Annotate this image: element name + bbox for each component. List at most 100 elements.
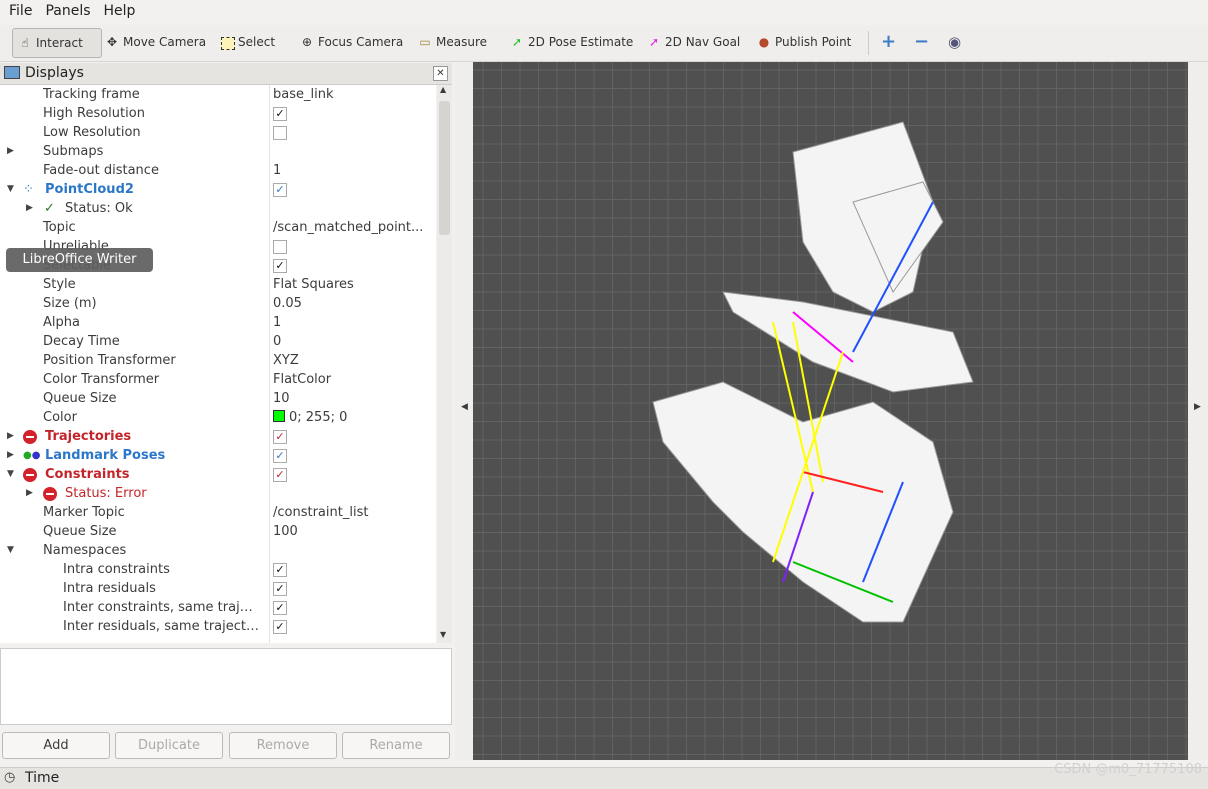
row-checkbox[interactable] xyxy=(273,126,287,140)
menu-panels[interactable]: Panels xyxy=(36,0,94,19)
row-value[interactable]: 10 xyxy=(273,389,435,408)
row-checkbox[interactable]: ✓ xyxy=(273,582,287,596)
tree-row[interactable]: ▶ Submaps xyxy=(0,142,436,161)
row-value[interactable]: base_link xyxy=(273,85,435,104)
row-checkbox[interactable] xyxy=(273,240,287,254)
row-checkbox[interactable]: ✓ xyxy=(273,107,287,121)
focus-camera-tool[interactable]: ⊕ Focus Camera xyxy=(295,28,407,56)
row-checkbox[interactable]: ✓ xyxy=(273,430,287,444)
row-label: Status: Error xyxy=(65,486,147,501)
tree-row[interactable]: Position Transformer XYZ xyxy=(0,351,436,370)
row-value[interactable]: /constraint_list xyxy=(273,503,435,522)
row-value[interactable]: 0; 255; 0 xyxy=(273,408,435,427)
remove-tool-button[interactable]: − xyxy=(910,28,933,56)
tree-row[interactable]: Size (m) 0.05 xyxy=(0,294,436,313)
tree-row[interactable]: Tracking frame base_link xyxy=(0,85,436,104)
row-label: Color xyxy=(43,410,77,425)
tree-row[interactable]: Color 0; 255; 0 xyxy=(0,408,436,427)
green-arrow-icon: ➚ xyxy=(511,35,523,49)
tree-row[interactable]: Inter constraints, same traj… ✓ xyxy=(0,598,436,617)
tree-row[interactable]: Topic/scan_matched_point... xyxy=(0,218,436,237)
left-splitter[interactable]: ◀ xyxy=(455,62,473,760)
tree-row[interactable]: Decay Time 0 xyxy=(0,332,436,351)
tree-row[interactable]: Intra residuals ✓ xyxy=(0,579,436,598)
rename-button[interactable]: Rename xyxy=(342,732,450,759)
expand-right-icon[interactable]: ▶ xyxy=(7,427,14,446)
scrollbar-thumb[interactable] xyxy=(439,101,450,235)
tree-row[interactable]: Intra constraints ✓ xyxy=(0,560,436,579)
select-icon xyxy=(221,37,235,50)
scroll-down-icon[interactable]: ▼ xyxy=(440,630,446,639)
expand-down-icon[interactable]: ▼ xyxy=(7,465,14,484)
row-value[interactable]: XYZ xyxy=(273,351,435,370)
interact-tool[interactable]: ☝ Interact xyxy=(12,28,102,58)
3d-viewport[interactable] xyxy=(473,62,1188,760)
tree-row[interactable]: Inter residuals, same traject… ✓ xyxy=(0,617,436,636)
menu-file[interactable]: File xyxy=(0,0,36,19)
menu-help[interactable]: Help xyxy=(95,0,140,19)
publish-point-tool[interactable]: ● Publish Point xyxy=(752,28,855,56)
tree-row[interactable]: Color Transformer FlatColor xyxy=(0,370,436,389)
row-value[interactable]: /scan_matched_point... xyxy=(273,218,435,237)
row-checkbox[interactable]: ✓ xyxy=(273,468,287,482)
row-checkbox[interactable]: ✓ xyxy=(273,183,287,197)
row-value[interactable]: 100 xyxy=(273,522,435,541)
expand-right-icon[interactable]: ▶ xyxy=(7,142,14,161)
row-label: Color Transformer xyxy=(43,372,160,387)
map-render xyxy=(473,62,1188,760)
tree-row[interactable]: ▶ ✓ Status: Ok xyxy=(0,199,436,218)
add-button[interactable]: Add xyxy=(2,732,110,759)
row-value[interactable]: 1 xyxy=(273,313,435,332)
displays-title: Displays xyxy=(25,65,84,81)
tree-scrollbar[interactable]: ▲ ▼ xyxy=(437,85,452,643)
time-title: Time xyxy=(25,770,60,786)
row-checkbox[interactable]: ✓ xyxy=(273,620,287,634)
tree-row[interactable]: Low Resolution xyxy=(0,123,436,142)
close-icon[interactable]: ✕ xyxy=(433,66,448,81)
row-value[interactable]: 0 xyxy=(273,332,435,351)
row-label: Inter constraints, same traj… xyxy=(63,600,253,615)
select-tool[interactable]: Select xyxy=(217,28,279,56)
tree-row[interactable]: ▼ Namespaces xyxy=(0,541,436,560)
tree-row[interactable]: ▼ ⁘ PointCloud2 ✓ xyxy=(0,180,436,199)
row-checkbox[interactable]: ✓ xyxy=(273,449,287,463)
row-checkbox[interactable]: ✓ xyxy=(273,601,287,615)
row-checkbox[interactable]: ✓ xyxy=(273,259,287,273)
row-value[interactable]: FlatColor xyxy=(273,370,435,389)
tree-row[interactable]: ▶ Status: Error xyxy=(0,484,436,503)
right-splitter[interactable]: ▶ xyxy=(1188,62,1208,760)
measure-tool[interactable]: ▭ Measure xyxy=(413,28,491,56)
remove-button[interactable]: Remove xyxy=(229,732,337,759)
expand-down-icon[interactable]: ▼ xyxy=(7,180,14,199)
scroll-up-icon[interactable]: ▲ xyxy=(440,85,446,94)
tree-row[interactable]: Queue Size 10 xyxy=(0,389,436,408)
tree-row[interactable]: ▶ ●● Landmark Poses ✓ xyxy=(0,446,436,465)
duplicate-button[interactable]: Duplicate xyxy=(115,732,223,759)
expand-right-icon[interactable]: ▶ xyxy=(7,446,14,465)
tree-row[interactable]: ▶ Trajectories ✓ xyxy=(0,427,436,446)
row-value[interactable]: 0.05 xyxy=(273,294,435,313)
tree-row[interactable]: Fade-out distance 1 xyxy=(0,161,436,180)
expand-down-icon[interactable]: ▼ xyxy=(7,541,14,560)
nav-goal-tool[interactable]: ➚ 2D Nav Goal xyxy=(642,28,744,56)
tree-row[interactable]: Style Flat Squares xyxy=(0,275,436,294)
tree-row[interactable]: Alpha 1 xyxy=(0,313,436,332)
error-icon xyxy=(43,487,57,501)
expand-right-icon[interactable]: ▶ xyxy=(26,484,33,503)
move-camera-tool[interactable]: ✥ Move Camera xyxy=(100,28,210,56)
row-label: High Resolution xyxy=(43,106,145,121)
tree-row[interactable]: Queue Size 100 xyxy=(0,522,436,541)
row-value[interactable]: 1 xyxy=(273,161,435,180)
tree-row[interactable]: High Resolution ✓ xyxy=(0,104,436,123)
displays-panel-header: Displays ✕ xyxy=(0,63,452,85)
expand-right-icon[interactable]: ▶ xyxy=(26,199,33,218)
row-value[interactable]: Flat Squares xyxy=(273,275,435,294)
view-dropdown-button[interactable]: ◉ xyxy=(944,28,965,56)
pointcloud-icon: ⁘ xyxy=(23,182,34,197)
pose-estimate-tool[interactable]: ➚ 2D Pose Estimate xyxy=(505,28,637,56)
error-icon xyxy=(23,430,37,444)
tree-row[interactable]: ▼ Constraints ✓ xyxy=(0,465,436,484)
row-checkbox[interactable]: ✓ xyxy=(273,563,287,577)
tree-row[interactable]: Marker Topic/constraint_list xyxy=(0,503,436,522)
add-tool-button[interactable]: + xyxy=(877,28,900,56)
